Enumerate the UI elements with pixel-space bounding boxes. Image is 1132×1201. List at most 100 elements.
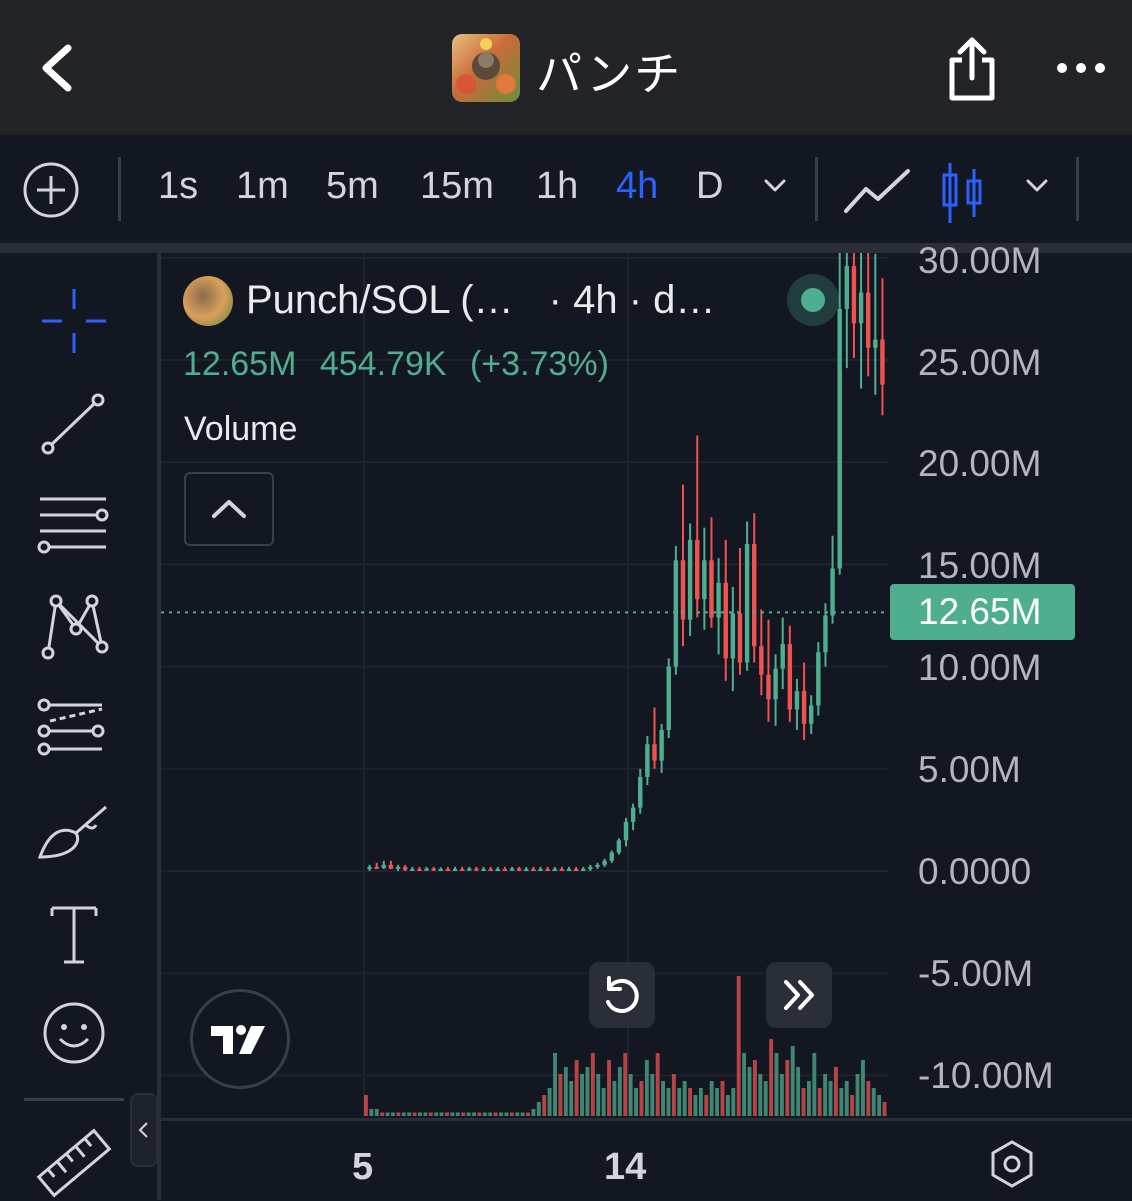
volume-bar: [563, 1067, 568, 1116]
candle-body: [851, 265, 857, 324]
time-axis-label: 14: [604, 1146, 647, 1188]
volume-bar: [661, 1081, 666, 1116]
price-axis-label: 5.00M: [918, 749, 1021, 790]
candle-body: [431, 868, 436, 871]
candle-body: [509, 868, 515, 871]
candle-body: [417, 868, 422, 871]
volume-bar: [817, 1088, 822, 1116]
volume-bar: [623, 1053, 628, 1116]
price-axis-label: 0.0000: [918, 851, 1032, 892]
candle-body: [459, 868, 465, 871]
reset-chart-button[interactable]: [589, 962, 655, 1028]
scroll-to-realtime-button[interactable]: [766, 962, 832, 1028]
candle-body: [723, 582, 728, 659]
volume-bar: [779, 1074, 784, 1116]
volume-bar: [369, 1109, 374, 1116]
volume-bar: [839, 1088, 844, 1116]
volume-bar: [806, 1081, 811, 1116]
volume-bar: [423, 1112, 428, 1116]
collapse-legend-button[interactable]: [184, 472, 274, 546]
volume-bar: [407, 1112, 412, 1116]
volume-bar: [617, 1067, 622, 1116]
candle-body: [381, 864, 387, 868]
candle-body: [695, 539, 700, 600]
candle-body: [438, 868, 444, 871]
candle-body: [502, 868, 508, 871]
candle-body: [865, 292, 871, 348]
candle-body: [752, 543, 757, 647]
candle-body: [659, 729, 664, 761]
volume-study-label[interactable]: Volume: [184, 410, 297, 449]
volume-bar: [455, 1112, 460, 1116]
volume-bar: [790, 1046, 795, 1116]
candle-body: [545, 868, 550, 871]
volume-bar: [698, 1088, 703, 1116]
chevrons-right-icon: [784, 980, 814, 1010]
candle-body: [666, 666, 671, 730]
candle-body: [595, 864, 600, 867]
volume-bar: [385, 1112, 390, 1116]
volume-bar: [693, 1095, 698, 1116]
tradingview-logo[interactable]: [190, 989, 290, 1089]
volume-bar: [866, 1081, 871, 1116]
volume-bar: [547, 1088, 552, 1116]
candle-body: [524, 868, 529, 871]
candle-body: [402, 866, 408, 870]
candle-body: [773, 668, 778, 700]
candle-body: [481, 868, 486, 871]
volume-bar: [488, 1112, 493, 1116]
volume-bar: [769, 1039, 774, 1116]
volume-bar: [823, 1074, 828, 1116]
volume-bar: [531, 1109, 536, 1116]
candle-body: [516, 868, 522, 871]
candle-body: [467, 868, 472, 871]
candle-body: [823, 615, 828, 653]
volume-bar: [380, 1112, 385, 1116]
volume-bar: [785, 1060, 790, 1116]
candle-body: [424, 868, 429, 871]
candle-body: [531, 868, 536, 871]
candle-body: [630, 807, 636, 822]
price-axis-label: 15.00M: [918, 545, 1042, 586]
volume-bar: [472, 1112, 476, 1116]
settings-icon[interactable]: [986, 1138, 1038, 1190]
candle-body: [488, 868, 493, 871]
volume-bar: [504, 1112, 509, 1116]
volume-bar: [855, 1074, 860, 1116]
candle-body: [588, 866, 593, 869]
volume-bar: [871, 1088, 876, 1116]
volume-bar: [720, 1081, 725, 1116]
volume-bar: [428, 1112, 433, 1116]
volume-bar: [434, 1112, 439, 1116]
volume-bar: [725, 1095, 730, 1116]
volume-bar: [596, 1074, 601, 1116]
candle-body: [410, 868, 415, 871]
last-price-label: 12.65M: [918, 591, 1042, 632]
volume-bar: [650, 1074, 655, 1116]
volume-bar: [515, 1112, 520, 1116]
price-axis-label: -10.00M: [918, 1055, 1054, 1096]
live-marker-dot: [801, 288, 825, 312]
legend-price: 12.65M: [183, 345, 297, 383]
candle-body: [495, 868, 500, 871]
symbol-legend[interactable]: Punch/SOL (… · 4h · d…: [246, 278, 715, 323]
volume-bar: [461, 1112, 466, 1116]
symbol-avatar: [183, 276, 233, 326]
price-axis-label: 10.00M: [918, 647, 1042, 688]
volume-bar: [628, 1074, 633, 1116]
candle-body: [581, 868, 586, 871]
candle-body: [566, 868, 572, 871]
volume-bar: [396, 1112, 401, 1116]
volume-bar: [374, 1109, 379, 1116]
candle-body: [780, 644, 785, 669]
candle-body: [687, 539, 693, 620]
volume-bar: [742, 1053, 747, 1116]
candle-body: [623, 821, 629, 841]
candle-body: [709, 560, 714, 618]
volume-bar: [844, 1081, 849, 1116]
candle-body: [638, 776, 643, 808]
candle-body: [395, 866, 401, 869]
price-axis-label: 20.00M: [918, 443, 1042, 484]
volume-bar: [833, 1067, 838, 1116]
volume-bar: [639, 1081, 644, 1116]
